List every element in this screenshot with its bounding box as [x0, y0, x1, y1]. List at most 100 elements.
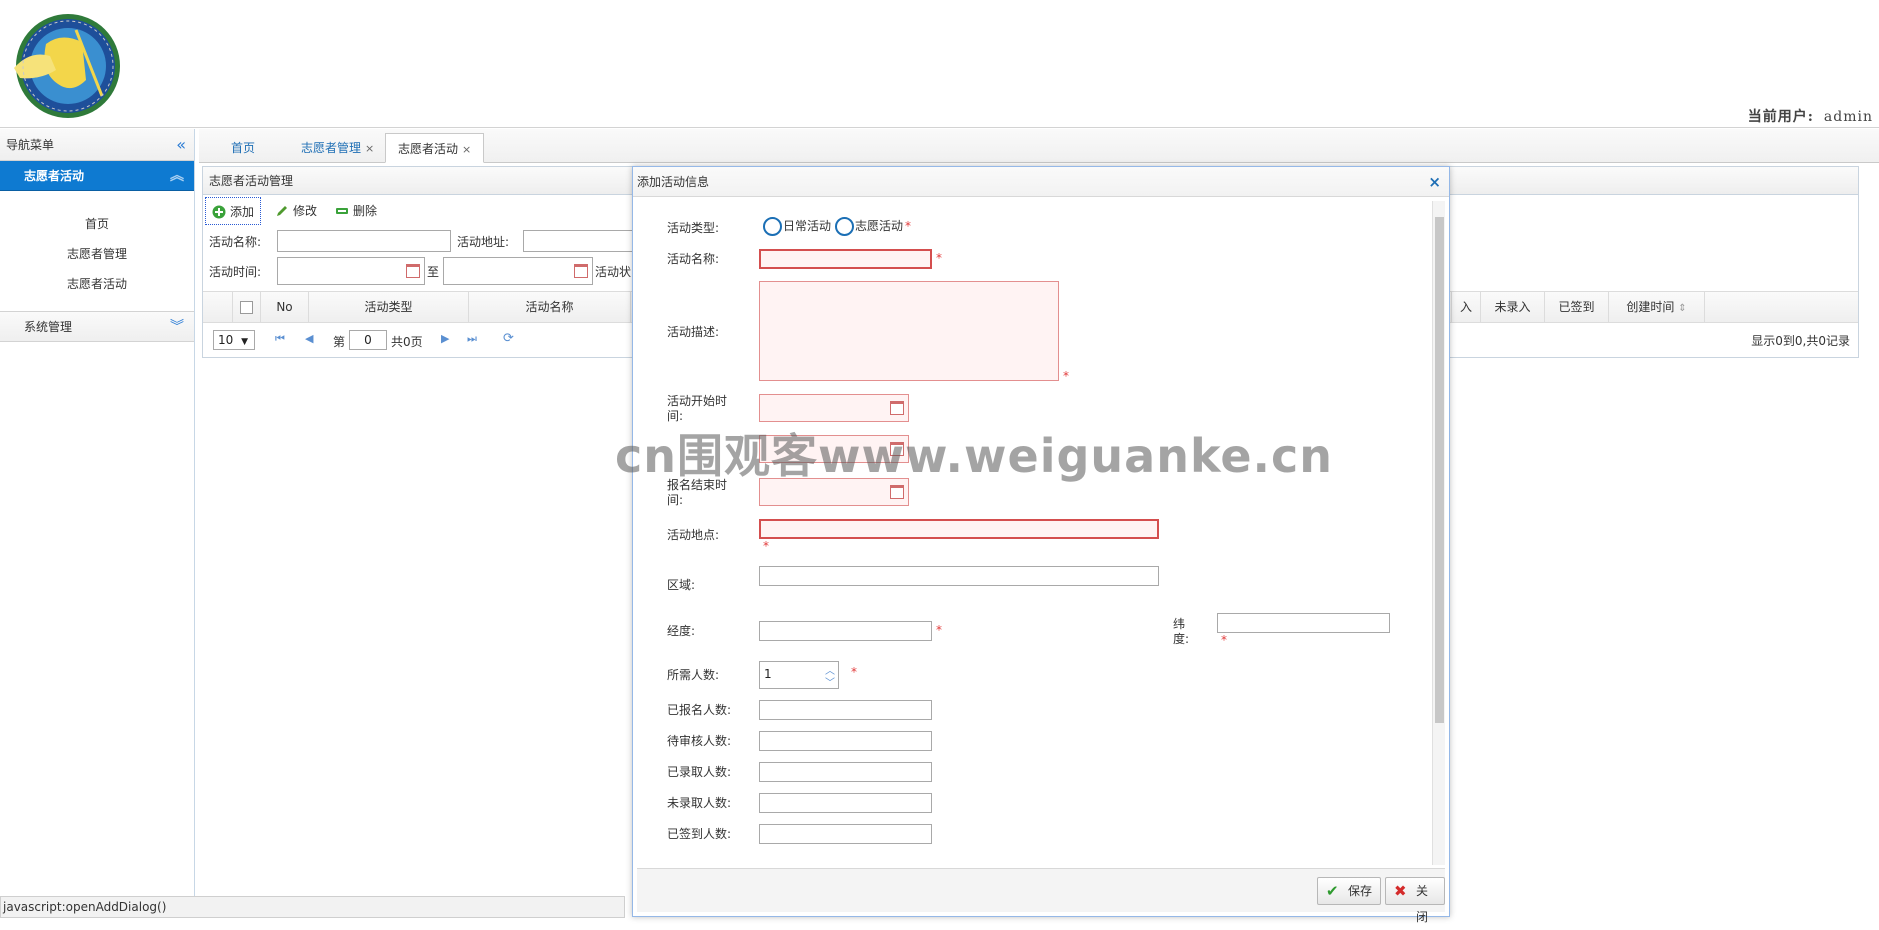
nav-group-volunteer-activity[interactable]: 志愿者活动 ︽ [0, 161, 194, 191]
browser-status-bar: javascript:openAddDialog() [0, 896, 625, 918]
grid-col-spacer [203, 292, 233, 323]
scrollbar-thumb[interactable] [1435, 217, 1444, 723]
add-button[interactable]: 添加 [205, 197, 262, 225]
last-page-icon[interactable]: ⏭ [467, 333, 477, 345]
current-user-name: admin [1823, 109, 1873, 125]
admitted-input[interactable] [759, 762, 932, 782]
calendar-icon[interactable] [890, 401, 904, 415]
radio-daily-label: 日常活动 [783, 219, 832, 233]
required-mark: * [1221, 633, 1227, 647]
calendar-icon[interactable] [890, 485, 904, 499]
grid-col-not-enrolled[interactable]: 未录入 [1481, 292, 1545, 323]
page-size-select[interactable]: 10 ▼ [213, 330, 255, 350]
dialog-body: 活动类型: 日常活动 志愿活动 * 活动名称: * 活动描述: * 活动开始时间… [637, 201, 1445, 865]
required-mark: * [936, 623, 942, 637]
calendar-icon[interactable] [406, 264, 420, 278]
add-icon [212, 205, 226, 219]
page-prefix: 第 [333, 335, 346, 349]
dialog-scrollbar[interactable] [1432, 201, 1445, 865]
signup-start-time-input[interactable] [759, 435, 909, 463]
close-icon[interactable]: × [462, 143, 471, 156]
close-icon: ✖ [1394, 882, 1407, 900]
not-admitted-input[interactable] [759, 793, 932, 813]
nav-group-system-management[interactable]: 系统管理 ︾ [0, 312, 194, 342]
search-to-label: 至 [427, 265, 440, 279]
longitude-label: 经度: [667, 624, 696, 638]
needed-value: 1 [764, 667, 772, 681]
needed-label: 所需人数: [667, 668, 720, 682]
chevron-down-icon: ︾ [170, 319, 184, 335]
tab-label: 志愿者活动 [398, 142, 459, 156]
tab-label: 志愿者管理 [301, 141, 362, 155]
nav-link-volunteer-activity[interactable]: 志愿者活动 [0, 269, 194, 299]
address-input[interactable] [759, 519, 1159, 539]
edit-button[interactable]: 修改 [269, 197, 323, 225]
tab-volunteer-management[interactable]: 志愿者管理 × [289, 133, 386, 163]
current-user: 当前用户: admin [1748, 106, 1873, 126]
close-icon[interactable]: × [1428, 167, 1441, 197]
app-header: 当前用户: admin [0, 0, 1879, 128]
add-activity-dialog: 添加活动信息 × 活动类型: 日常活动 志愿活动 * 活动名称: * 活动描述:… [632, 166, 1450, 924]
search-name-input[interactable] [277, 230, 451, 252]
latitude-label: 纬度: [1173, 617, 1190, 646]
nav-group-label: 志愿者活动 [24, 169, 85, 183]
search-end-date-input[interactable] [443, 257, 593, 285]
first-page-icon[interactable]: ⏮ [275, 333, 285, 345]
signup-end-input[interactable] [759, 478, 909, 506]
signup-end-label: 报名结束时间: [667, 478, 728, 507]
search-time-label: 活动时间: [209, 265, 262, 279]
radio-volunteer[interactable] [835, 217, 854, 236]
desc-textarea[interactable] [759, 281, 1059, 381]
checked-in-input[interactable] [759, 824, 932, 844]
chevron-down-icon[interactable]: ﹀ [825, 674, 835, 689]
close-button[interactable]: ✖ 关闭 [1385, 877, 1445, 924]
signed-up-input[interactable] [759, 700, 932, 720]
longitude-input[interactable] [759, 621, 932, 641]
minus-icon [336, 208, 348, 214]
grid-col-no: No [261, 292, 309, 323]
region-input[interactable] [759, 566, 1159, 586]
guide-dog-logo [6, 10, 124, 122]
grid-col-created[interactable]: 创建时间 ⇕ [1609, 292, 1705, 323]
grid-col-type[interactable]: 活动类型 [309, 292, 469, 323]
nav-link-home[interactable]: 首页 [0, 209, 194, 239]
chevron-down-icon: ▼ [241, 337, 249, 347]
check-icon: ✔ [1326, 882, 1339, 900]
type-label: 活动类型: [667, 221, 720, 235]
grid-col-signed[interactable]: 已签到 [1545, 292, 1609, 323]
tab-volunteer-activity[interactable]: 志愿者活动 × [385, 133, 485, 163]
page-number-input[interactable]: 0 [349, 330, 387, 350]
collapse-left-icon[interactable]: « [176, 129, 186, 161]
search-start-date-input[interactable] [277, 257, 425, 285]
calendar-icon[interactable] [890, 442, 904, 456]
select-all-checkbox[interactable] [240, 301, 253, 314]
nav-title: 导航菜单 [6, 138, 55, 152]
radio-daily[interactable] [763, 217, 782, 236]
latitude-input[interactable] [1217, 613, 1390, 633]
next-page-icon[interactable]: ▶ [441, 333, 451, 345]
not-admitted-label: 未录取人数: [667, 796, 732, 810]
start-time-input[interactable] [759, 394, 909, 422]
grid-col-enrolled[interactable]: 入 [1451, 292, 1481, 323]
name-label: 活动名称: [667, 252, 720, 266]
add-label: 添加 [230, 205, 255, 219]
delete-button[interactable]: 删除 [329, 197, 383, 225]
needed-stepper[interactable]: 1 ︿ ﹀ [759, 661, 839, 689]
pencil-icon [277, 206, 287, 216]
refresh-icon[interactable]: ⟳ [503, 332, 514, 345]
name-input[interactable] [759, 249, 932, 269]
tab-home[interactable]: 首页 [219, 133, 267, 163]
save-label: 保存 [1348, 884, 1373, 898]
pending-input[interactable] [759, 731, 932, 751]
address-label: 活动地点: [667, 528, 720, 542]
save-button[interactable]: ✔ 保存 [1317, 877, 1382, 905]
close-icon[interactable]: × [365, 142, 374, 155]
grid-col-check [233, 292, 261, 323]
calendar-icon[interactable] [574, 264, 588, 278]
prev-page-icon[interactable]: ◀ [305, 333, 315, 345]
search-status-label: 活动状 [595, 265, 632, 279]
nav-link-volunteer-management[interactable]: 志愿者管理 [0, 239, 194, 269]
grid-col-name[interactable]: 活动名称 [469, 292, 631, 323]
search-address-input[interactable] [523, 230, 633, 252]
nav-links: 首页 志愿者管理 志愿者活动 [0, 191, 194, 312]
